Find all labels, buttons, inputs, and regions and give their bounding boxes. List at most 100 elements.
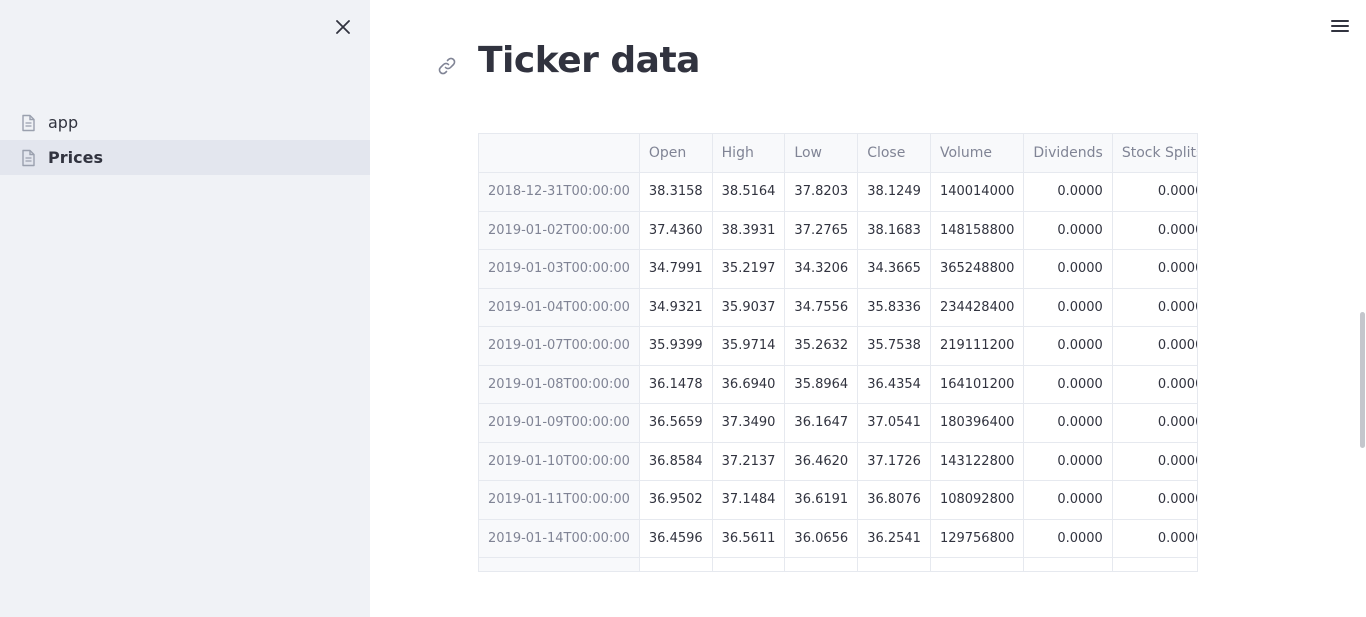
table-cell[interactable]: 36.4620 [784, 442, 859, 481]
sidebar-item-prices[interactable]: Prices [0, 140, 370, 175]
table-cell[interactable]: 0.0000 [1023, 326, 1113, 366]
table-cell[interactable]: 35.2632 [784, 326, 859, 366]
row-index-cell[interactable]: 2019-01-07T00:00:00 [479, 326, 640, 366]
row-index-cell[interactable]: 2018-12-31T00:00:00 [479, 172, 640, 212]
table-cell[interactable]: 0.0000 [1023, 519, 1113, 558]
table-cell[interactable]: 0.0000 [1023, 249, 1113, 289]
table-cell[interactable]: 234428400 [930, 288, 1025, 327]
table-cell[interactable]: 0.0000 [1112, 249, 1197, 289]
table-cell[interactable]: 35.2197 [712, 249, 786, 289]
table-cell[interactable]: 37.2137 [712, 442, 786, 481]
table-cell[interactable]: 37.8203 [784, 172, 859, 212]
data-table[interactable]: Open High Low Close Volume Dividends Sto… [478, 133, 1198, 572]
anchor-link-icon[interactable] [436, 55, 458, 77]
table-cell[interactable]: 0.0000 [1112, 365, 1197, 404]
table-cell[interactable]: 0.0000 [1023, 211, 1113, 250]
table-cell[interactable]: 38.5164 [712, 172, 786, 212]
table-cell[interactable]: 0.0000 [1023, 403, 1113, 443]
table-cell[interactable]: 36.4596 [639, 519, 713, 558]
row-index-cell[interactable]: 2019-01-09T00:00:00 [479, 403, 640, 443]
table-cell[interactable]: 34.3665 [857, 249, 931, 289]
table-cell[interactable]: 0.0000 [1112, 288, 1197, 327]
table-cell[interactable] [857, 557, 931, 571]
row-index-cell[interactable]: 2019-01-14T00:00:00 [479, 519, 640, 558]
table-cell[interactable]: 34.7556 [784, 288, 859, 327]
table-cell[interactable]: 36.6191 [784, 480, 859, 520]
table-cell[interactable]: 0.0000 [1023, 288, 1113, 327]
column-header[interactable]: Open [639, 134, 713, 173]
table-cell[interactable]: 36.9502 [639, 480, 713, 520]
table-cell[interactable]: 0.0000 [1112, 442, 1197, 481]
table-cell[interactable] [930, 557, 1025, 571]
column-header[interactable]: Volume [930, 134, 1025, 173]
table-cell[interactable] [712, 557, 786, 571]
table-cell[interactable]: 35.9037 [712, 288, 786, 327]
table-cell[interactable]: 0.0000 [1023, 442, 1113, 481]
column-header[interactable]: Dividends [1023, 134, 1113, 173]
table-cell[interactable]: 36.1478 [639, 365, 713, 404]
table-cell[interactable]: 140014000 [930, 172, 1025, 212]
row-index-cell[interactable] [479, 557, 640, 571]
column-header[interactable]: Close [857, 134, 931, 173]
table-cell[interactable]: 36.8076 [857, 480, 931, 520]
table-cell[interactable]: 0.0000 [1112, 211, 1197, 250]
table-cell[interactable]: 37.1484 [712, 480, 786, 520]
table-cell[interactable]: 36.8584 [639, 442, 713, 481]
table-cell[interactable]: 36.4354 [857, 365, 931, 404]
table-cell[interactable]: 38.3158 [639, 172, 713, 212]
column-header[interactable]: Low [784, 134, 859, 173]
table-cell[interactable]: 0.0000 [1112, 519, 1197, 558]
table-cell[interactable] [784, 557, 859, 571]
table-cell[interactable]: 35.9399 [639, 326, 713, 366]
table-cell[interactable]: 34.9321 [639, 288, 713, 327]
table-cell[interactable]: 35.7538 [857, 326, 931, 366]
table-cell[interactable] [639, 557, 713, 571]
table-cell[interactable]: 35.8336 [857, 288, 931, 327]
table-cell[interactable]: 0.0000 [1023, 172, 1113, 212]
table-cell[interactable]: 37.1726 [857, 442, 931, 481]
table-cell[interactable]: 35.9714 [712, 326, 786, 366]
table-cell[interactable]: 148158800 [930, 211, 1025, 250]
row-index-cell[interactable]: 2019-01-08T00:00:00 [479, 365, 640, 404]
table-cell[interactable]: 34.7991 [639, 249, 713, 289]
table-cell[interactable]: 34.3206 [784, 249, 859, 289]
table-cell[interactable]: 108092800 [930, 480, 1025, 520]
table-cell[interactable]: 38.1683 [857, 211, 931, 250]
table-cell[interactable]: 38.1249 [857, 172, 931, 212]
table-cell[interactable]: 143122800 [930, 442, 1025, 481]
table-cell[interactable]: 0.0000 [1112, 326, 1197, 366]
table-cell[interactable]: 36.5611 [712, 519, 786, 558]
row-index-cell[interactable]: 2019-01-04T00:00:00 [479, 288, 640, 327]
row-index-cell[interactable]: 2019-01-10T00:00:00 [479, 442, 640, 481]
table-cell[interactable] [1112, 557, 1197, 571]
table-cell[interactable]: 36.0656 [784, 519, 859, 558]
table-cell[interactable]: 0.0000 [1112, 172, 1197, 212]
table-cell[interactable]: 36.6940 [712, 365, 786, 404]
table-cell[interactable]: 180396400 [930, 403, 1025, 443]
table-cell[interactable]: 0.0000 [1023, 480, 1113, 520]
row-index-cell[interactable]: 2019-01-11T00:00:00 [479, 480, 640, 520]
main-menu-button[interactable] [1328, 14, 1352, 38]
table-cell[interactable]: 38.3931 [712, 211, 786, 250]
table-cell[interactable]: 36.1647 [784, 403, 859, 443]
column-header[interactable]: High [712, 134, 786, 173]
table-cell[interactable]: 164101200 [930, 365, 1025, 404]
column-header[interactable]: Stock Splits [1112, 134, 1197, 173]
table-cell[interactable]: 36.2541 [857, 519, 931, 558]
table-cell[interactable]: 37.2765 [784, 211, 859, 250]
table-cell[interactable]: 0.0000 [1112, 403, 1197, 443]
table-cell[interactable]: 37.0541 [857, 403, 931, 443]
table-cell[interactable]: 35.8964 [784, 365, 859, 404]
table-cell[interactable]: 0.0000 [1023, 365, 1113, 404]
sidebar-item-app[interactable]: app [0, 105, 370, 140]
table-cell[interactable]: 37.4360 [639, 211, 713, 250]
row-index-cell[interactable]: 2019-01-02T00:00:00 [479, 211, 640, 250]
row-index-cell[interactable]: 2019-01-03T00:00:00 [479, 249, 640, 289]
table-cell[interactable] [1023, 557, 1113, 571]
table-cell[interactable]: 36.5659 [639, 403, 713, 443]
table-cell[interactable]: 0.0000 [1112, 480, 1197, 520]
page-scrollbar[interactable] [1360, 312, 1365, 448]
table-cell[interactable]: 365248800 [930, 249, 1025, 289]
table-cell[interactable]: 37.3490 [712, 403, 786, 443]
close-sidebar-button[interactable] [330, 14, 356, 40]
